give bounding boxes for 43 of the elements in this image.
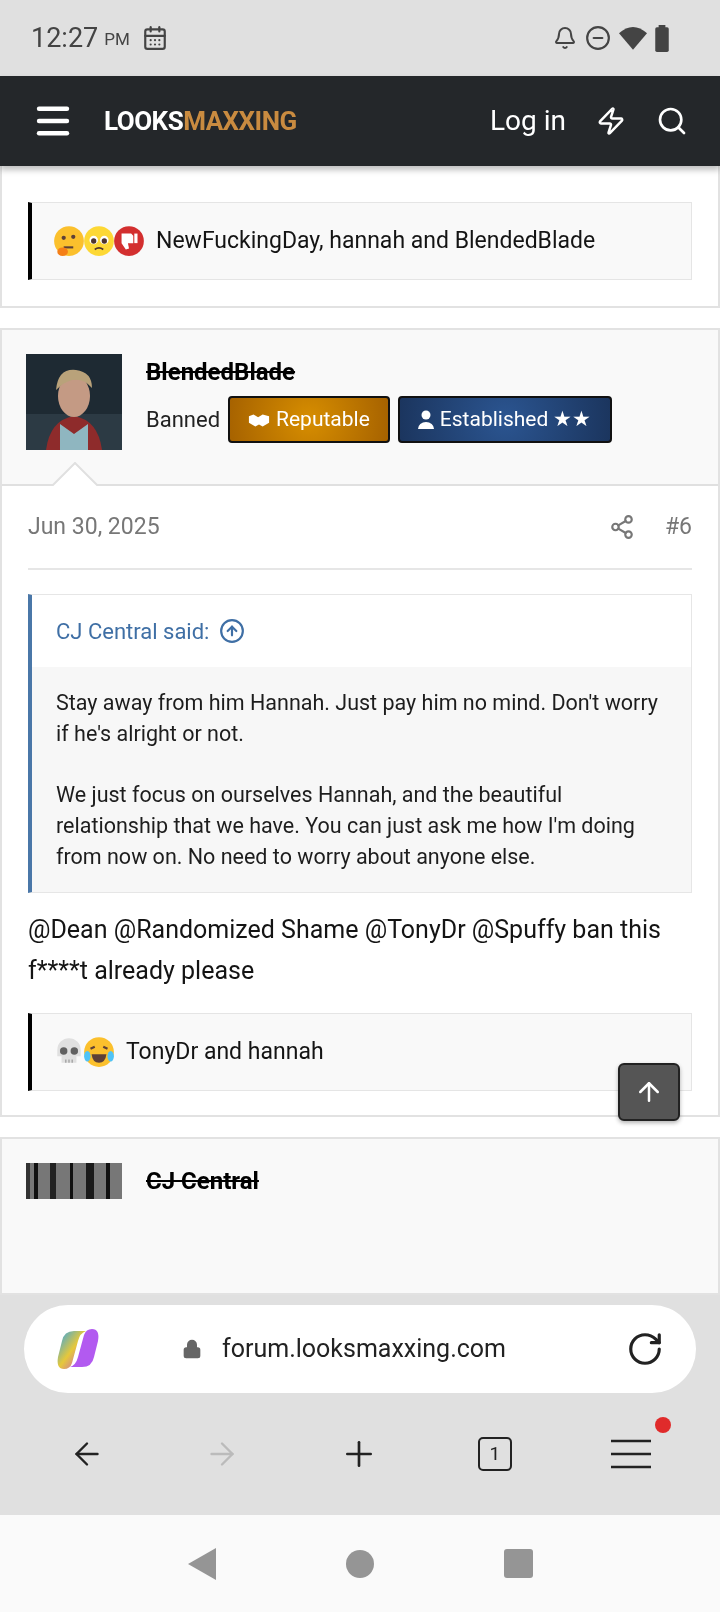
quote-text: We just focus on ourselves Hannah, and the beautiful relationship that we have. You can just ask me how I'm doing from now on. No need to worry about anyone else. xyxy=(56,781,636,871)
jump-to-quote-icon[interactable] xyxy=(219,618,246,644)
wifi-icon xyxy=(619,26,647,50)
status-period: PM xyxy=(104,28,130,52)
user-role: Banned xyxy=(146,406,221,434)
author-name[interactable]: BlendedBlade xyxy=(146,354,612,390)
reputable-badge: Reputable xyxy=(228,396,390,443)
thinking-emoji-icon xyxy=(52,224,86,258)
tab-count-button[interactable]: 1 xyxy=(477,1437,512,1471)
lock-icon xyxy=(182,1339,202,1359)
reload-icon[interactable] xyxy=(626,1330,664,1368)
search-icon[interactable] xyxy=(656,105,688,137)
home-icon[interactable] xyxy=(345,1549,374,1578)
established-badge: Established ★★ xyxy=(397,396,612,443)
address-bar[interactable]: forum.looksmaxxing.com xyxy=(24,1305,696,1393)
status-time: 12:27 xyxy=(31,20,99,56)
post-message: @Dean @Randomized Shame @TonyDr @Spuffy ban this f****t already please xyxy=(28,914,662,987)
reactions-bar[interactable]: NewFuckingDay, hannah and BlendedBlade xyxy=(28,202,692,280)
thumbs-down-icon xyxy=(112,224,146,258)
post-date[interactable]: Jun 30, 2025 xyxy=(28,509,160,545)
share-icon[interactable] xyxy=(608,514,635,540)
calendar-icon xyxy=(141,25,168,51)
quote-text: Stay away from him Hannah. Just pay him no mind. Don't worry if he's alright or not. xyxy=(56,689,660,748)
post-number[interactable]: #6 xyxy=(664,509,692,545)
menu-icon[interactable] xyxy=(610,1439,651,1469)
scroll-to-top-button[interactable] xyxy=(618,1063,680,1121)
login-link[interactable]: Log in xyxy=(490,100,566,142)
url-text[interactable]: forum.looksmaxxing.com xyxy=(222,1330,506,1368)
battery-icon xyxy=(655,24,669,52)
author-name[interactable]: CJ Central xyxy=(146,1163,259,1199)
recents-icon[interactable] xyxy=(503,1549,533,1578)
pleading-emoji-icon xyxy=(82,224,116,258)
reactions-bar[interactable]: TonyDr and hannah xyxy=(28,1013,692,1091)
quote-author[interactable]: CJ Central said: xyxy=(56,614,210,648)
nav-back-icon[interactable] xyxy=(187,1547,216,1580)
do-not-disturb-icon xyxy=(585,25,611,51)
laughing-tears-emoji-icon xyxy=(82,1035,116,1069)
copilot-icon[interactable] xyxy=(56,1329,100,1369)
reaction-users[interactable]: TonyDr and hannah xyxy=(126,1034,324,1070)
reaction-users[interactable]: NewFuckingDay, hannah and BlendedBlade xyxy=(156,223,596,259)
user-icon xyxy=(417,409,434,430)
site-logo[interactable]: LOOKSMAXXING xyxy=(104,101,297,141)
lightning-icon[interactable] xyxy=(596,106,626,136)
